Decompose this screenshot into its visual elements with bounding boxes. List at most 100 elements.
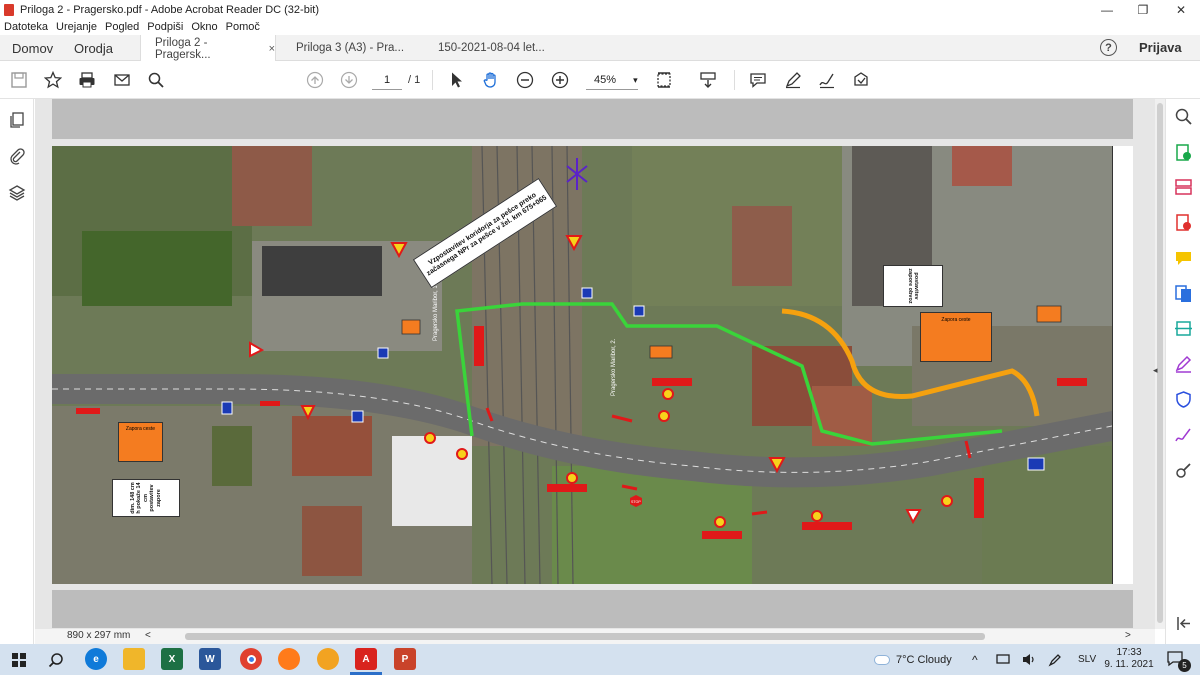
combine-files-icon[interactable] [1174,284,1193,303]
pages-thumbnail-icon[interactable] [8,111,26,129]
right-tools-panel [1165,99,1200,644]
save-icon[interactable] [9,70,29,90]
create-pdf-icon[interactable] [1174,213,1193,232]
search-icon[interactable] [146,70,166,90]
word-icon[interactable]: W [199,648,221,670]
menu-file[interactable]: Datoteka [4,21,48,33]
zoom-level-select[interactable]: 45% ▾ [586,72,638,90]
minimize-button[interactable]: — [1088,0,1126,19]
export-pdf-icon[interactable] [1174,143,1193,162]
email-icon[interactable] [112,70,132,90]
menu-edit[interactable]: Urejanje [56,21,97,33]
acrobat-app-icon [4,3,14,16]
hand-icon[interactable] [481,70,501,90]
right-note: postavitev zapore obvoz [883,265,943,307]
excel-icon[interactable]: X [161,648,183,670]
zoom-out-icon[interactable] [515,70,535,90]
highlight-pen-icon[interactable] [783,70,803,90]
chrome-icon[interactable] [240,648,262,670]
scroll-right-button[interactable]: > [1125,630,1131,641]
doc-tab-active[interactable]: Priloga 2 - Pragersk... × [140,35,276,62]
language-indicator[interactable]: SLV [1078,644,1096,675]
horizontal-scroll-thumb[interactable] [185,633,985,640]
acrobat-icon[interactable]: A [355,648,377,670]
horizontal-scrollbar[interactable] [165,633,1125,640]
menu-help[interactable]: Pomoč [226,21,260,33]
toolbar: 1 / 1 45% ▾ [0,61,1200,99]
star-icon[interactable] [43,70,63,90]
zoom-value: 45% [594,74,617,86]
scroll-mode-icon[interactable] [698,70,718,90]
share-icon[interactable] [851,70,871,90]
zoom-in-icon[interactable] [550,70,570,90]
clock-time: 17:33 [1116,647,1142,658]
doc-tab-2[interactable]: Priloga 3 (A3) - Pra... [282,35,422,61]
protect-icon[interactable] [1174,390,1193,409]
tab-tools[interactable]: Orodja [74,35,113,61]
weather-text: 7°C Cloudy [896,653,952,666]
window-title: Priloga 2 - Pragersko.pdf - Adobe Acroba… [20,3,319,16]
taskbar-search-icon[interactable] [48,652,64,668]
left-note: dim. 148 cm h pokaže 14 cm postavitev za… [112,479,180,517]
collapse-right-panel-button[interactable]: ◂ [1153,365,1158,376]
send-signature-icon[interactable] [1174,426,1193,445]
weather-widget[interactable]: 7°C Cloudy [874,644,952,675]
left-orange-sign: Zapora ceste [118,422,163,462]
vertical-scroll-thumb[interactable] [1157,103,1163,623]
attachment-icon[interactable] [8,147,26,165]
maximize-button[interactable]: ❐ [1124,0,1162,19]
tab-bar: Domov Orodja Priloga 2 - Pragersk... × P… [0,35,1200,62]
menu-bar: Datoteka Urejanje Pogled Podpiši Okno Po… [0,19,1200,35]
expand-panel-icon[interactable] [1174,614,1193,633]
cloud-icon [874,654,890,665]
page-number-input[interactable]: 1 [372,72,402,90]
clock-date: 9. 11. 2021 [1104,659,1154,670]
scan-ocr-icon[interactable] [1174,319,1193,338]
sign-in-link[interactable]: Prijava [1139,40,1182,55]
right-orange-sign-text: Zapora ceste [941,317,971,323]
network-icon[interactable] [996,654,1010,665]
scroll-left-button[interactable]: < [145,630,151,641]
close-button[interactable]: ✕ [1162,0,1200,19]
clock[interactable]: 17:33 9. 11. 2021 [1104,647,1154,671]
notification-count-badge: 5 [1178,659,1191,672]
start-icon[interactable] [12,653,26,667]
windows-taskbar: e X W A P 7°C Cloudy ^ SLV 17:33 9. 11. … [0,644,1200,675]
page-fit-icon[interactable] [654,70,674,90]
toolbar-separator [432,70,433,90]
comment-icon[interactable] [748,70,768,90]
print-icon[interactable] [77,70,97,90]
pen-icon[interactable] [1048,653,1062,667]
organize-pages-icon[interactable] [1174,178,1193,197]
help-icon[interactable]: ? [1100,39,1117,56]
photos-icon[interactable] [317,648,339,670]
tray-overflow-icon[interactable]: ^ [972,644,978,675]
powerpoint-icon[interactable]: P [394,648,416,670]
page-down-icon[interactable] [339,70,359,90]
explorer-icon[interactable] [123,648,145,670]
sign-icon[interactable] [817,70,837,90]
status-bar: 890 x 297 mm < > [35,629,1155,644]
doc-tab-label: Priloga 2 - Pragersk... [155,36,211,61]
tab-home[interactable]: Domov [12,35,53,61]
fill-sign-icon[interactable] [1174,355,1193,374]
layers-icon[interactable] [8,184,26,202]
firefox-icon[interactable] [278,648,300,670]
comment-tool-icon[interactable] [1174,249,1193,268]
select-arrow-icon[interactable] [447,70,467,90]
document-viewport[interactable]: Pragersko Maribor, 1. Pragersko Maribor,… [35,99,1155,629]
menu-window[interactable]: Okno [191,21,217,33]
menu-sign[interactable]: Podpiši [147,21,183,33]
left-navigation-panel [0,99,34,644]
more-tools-icon[interactable] [1174,461,1193,480]
title-block-strip [1112,146,1133,584]
volume-icon[interactable] [1022,653,1036,666]
menu-view[interactable]: Pogled [105,21,139,33]
page-up-icon[interactable] [305,70,325,90]
vertical-scrollbar[interactable] [1155,99,1165,629]
close-tab-icon[interactable]: × [269,43,275,55]
edge-icon[interactable]: e [85,648,107,670]
doc-tab-3[interactable]: 150-2021-08-04 let... [424,35,564,61]
toolbar-separator [734,70,735,90]
zoom-search-icon[interactable] [1174,107,1193,126]
